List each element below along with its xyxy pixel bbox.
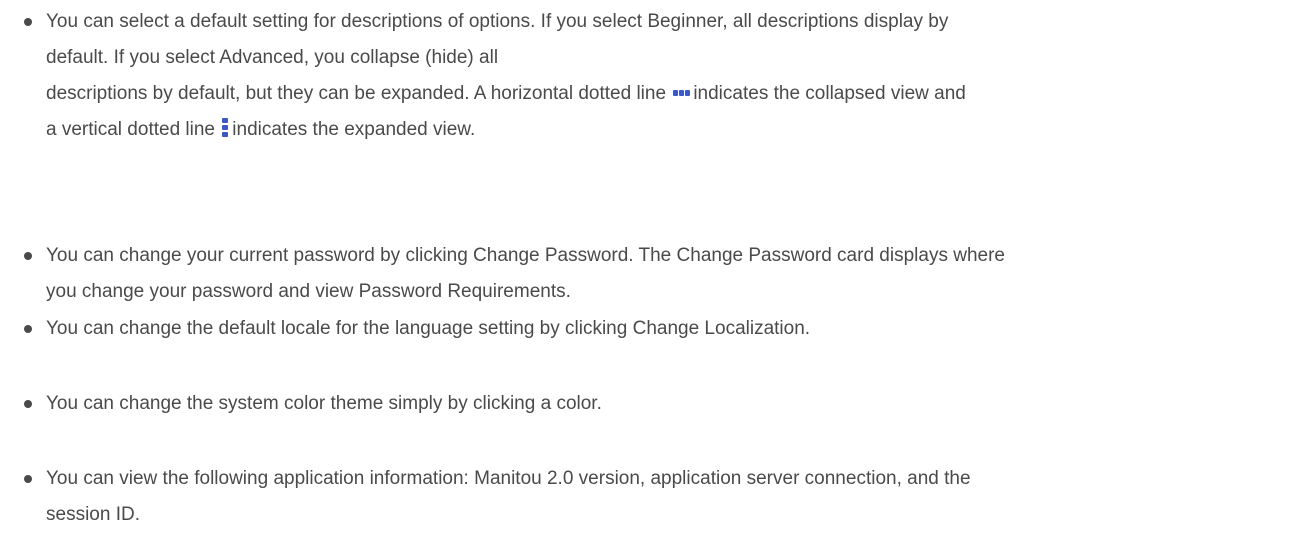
list-item-text: You can view the following application i… [46, 461, 1274, 533]
text-line: descriptions by default, but they can be… [46, 76, 1274, 112]
text-line: a vertical dotted line indicates the exp… [46, 112, 1274, 148]
text-segment: indicates the expanded view. [232, 119, 476, 140]
text-line: You can change the system color theme si… [46, 393, 602, 414]
list-item-text: You can change the system color theme si… [46, 386, 1274, 422]
bullet [24, 325, 32, 333]
list-item-descriptions-setting: You can select a default setting for des… [24, 4, 1274, 148]
text-line: You can change the default locale for th… [46, 318, 811, 339]
horizontal-dotted-line-icon [673, 89, 691, 96]
list-item-text: You can select a default setting for des… [46, 4, 1274, 148]
text-line: session ID. [46, 504, 140, 525]
text-line: You can change your current password by … [46, 245, 1005, 266]
text-line: default. If you select Advanced, you col… [46, 47, 499, 68]
list-item-change-password: You can change your current password by … [24, 238, 1274, 310]
text-segment: a vertical dotted line [46, 119, 215, 140]
list-item-application-information: You can view the following application i… [24, 461, 1274, 533]
list-item-change-localization: You can change the default locale for th… [24, 311, 1274, 347]
bullet [24, 400, 32, 408]
bullet [24, 475, 32, 483]
list-item-color-theme: You can change the system color theme si… [24, 386, 1274, 422]
bullet [24, 18, 32, 26]
text-line: You can select a default setting for des… [46, 11, 949, 32]
list-item-text: You can change your current password by … [46, 238, 1274, 310]
bullet [24, 252, 32, 260]
text-line: You can view the following application i… [46, 468, 971, 489]
text-line: you change your password and view Passwo… [46, 281, 571, 302]
list-item-text: You can change the default locale for th… [46, 311, 1274, 347]
text-segment: indicates the collapsed view and [693, 83, 966, 104]
text-segment: descriptions by default, but they can be… [46, 83, 667, 104]
vertical-dotted-line-icon [222, 117, 229, 138]
